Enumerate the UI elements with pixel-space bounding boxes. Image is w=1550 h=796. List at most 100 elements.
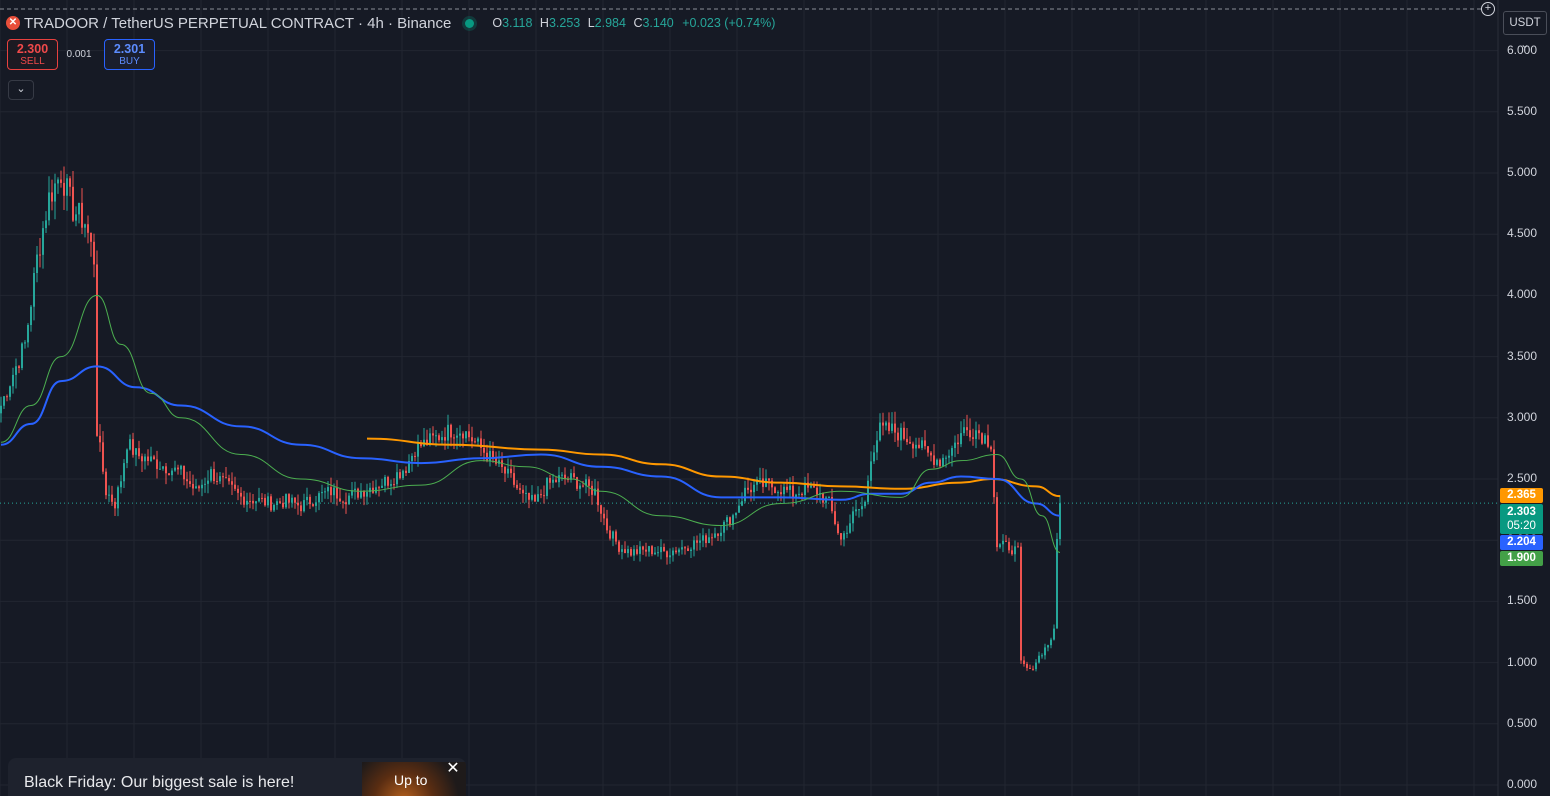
- candle-body: [915, 444, 917, 449]
- candle-body: [708, 537, 710, 544]
- candle-body: [900, 427, 902, 441]
- sell-button[interactable]: 2.300 SELL: [7, 39, 58, 70]
- candle-body: [138, 448, 140, 457]
- candle-body: [411, 455, 413, 461]
- candle-body: [3, 396, 5, 406]
- candle-body: [387, 477, 389, 486]
- candle-body: [432, 433, 434, 436]
- candle-body: [345, 502, 347, 505]
- candle-body: [834, 511, 836, 525]
- candle-body: [525, 492, 527, 494]
- buy-price: 2.301: [113, 42, 146, 56]
- candle-body: [552, 479, 554, 483]
- candle-body: [270, 496, 272, 511]
- candle-body: [69, 178, 71, 187]
- candle-body: [576, 477, 578, 489]
- candle-body: [1044, 647, 1046, 656]
- candle-body: [774, 487, 776, 494]
- candle-body: [624, 549, 626, 554]
- candle-body: [153, 456, 155, 460]
- candle-body: [261, 497, 263, 499]
- candle-body: [357, 488, 359, 498]
- add-button[interactable]: +: [1481, 2, 1495, 16]
- candle-body: [987, 435, 989, 447]
- candle-body: [321, 492, 323, 494]
- candle-body: [264, 497, 266, 506]
- candle-body: [861, 506, 863, 510]
- candle-body: [507, 468, 509, 474]
- candle-body: [588, 479, 590, 486]
- currency-button[interactable]: USDT ⌄: [1503, 11, 1547, 51]
- candle-body: [909, 442, 911, 444]
- chevron-down-icon: ⌄: [16, 83, 26, 95]
- candle-body: [342, 501, 344, 503]
- candle-body: [36, 254, 38, 273]
- symbol-title[interactable]: TRADOOR / TetherUS PERPETUAL CONTRACT · …: [24, 15, 451, 32]
- candle-body: [48, 192, 50, 221]
- candle-body: [297, 502, 299, 506]
- candle-body: [816, 487, 818, 495]
- last-price-value: 2.303: [1507, 506, 1536, 519]
- plus-icon: +: [1484, 2, 1492, 14]
- collapse-legend-button[interactable]: ⌄: [8, 80, 34, 100]
- candle-body: [33, 272, 35, 307]
- candle-body: [699, 540, 701, 543]
- candle-body: [303, 500, 305, 512]
- candle-body: [156, 459, 158, 469]
- candle-body: [447, 424, 449, 441]
- candle-body: [315, 502, 317, 506]
- candle-body: [846, 532, 848, 534]
- bar-countdown: 05:20: [1507, 520, 1536, 533]
- close-banner-button[interactable]: ✕: [444, 760, 462, 778]
- candle-body: [141, 456, 143, 462]
- candle-body: [66, 178, 68, 196]
- candle-body: [1023, 660, 1025, 664]
- candle-body: [573, 473, 575, 478]
- candle-body: [453, 437, 455, 439]
- candle-body: [258, 497, 260, 502]
- candle-body: [393, 484, 395, 486]
- candle-body: [273, 504, 275, 511]
- candle-body: [948, 455, 950, 458]
- ma-blue-price-tag: 2.204: [1500, 535, 1543, 551]
- candle-body: [789, 485, 791, 490]
- candle-body: [474, 441, 476, 443]
- candle-body: [99, 435, 101, 443]
- candle-body: [939, 459, 941, 467]
- candle-body: [126, 449, 128, 464]
- candle-body: [201, 484, 203, 489]
- candle-body: [171, 470, 173, 476]
- candle-body: [42, 228, 44, 255]
- candle-body: [612, 531, 614, 539]
- price-chart[interactable]: [0, 0, 1550, 796]
- candle-body: [849, 523, 851, 533]
- candle-body: [966, 427, 968, 431]
- candle-body: [438, 435, 440, 441]
- candle-body: [444, 437, 446, 441]
- candle-body: [528, 492, 530, 500]
- candle-body: [687, 548, 689, 551]
- candle-body: [633, 549, 635, 556]
- candle-body: [228, 478, 230, 482]
- symbol-legend: ✕ TRADOOR / TetherUS PERPETUAL CONTRACT …: [6, 13, 775, 33]
- chart-grid: [0, 0, 1498, 796]
- candle-body: [894, 423, 896, 433]
- candle-body: [234, 484, 236, 489]
- candle-body: [873, 452, 875, 462]
- candle-body: [255, 501, 257, 504]
- candle-body: [396, 472, 398, 485]
- candle-body: [252, 500, 254, 504]
- candle-body: [795, 494, 797, 497]
- buy-button[interactable]: 2.301 BUY: [104, 39, 155, 70]
- candle-body: [327, 487, 329, 492]
- promo-banner[interactable]: Black Friday: Our biggest sale is here! …: [8, 758, 466, 796]
- candle-body: [630, 549, 632, 556]
- candle-body: [693, 540, 695, 550]
- candle-body: [189, 481, 191, 484]
- trade-panel: 2.300 SELL 0.001 2.301 BUY: [7, 39, 155, 70]
- candle-body: [945, 457, 947, 459]
- candle-body: [27, 325, 29, 343]
- buy-label: BUY: [119, 56, 140, 67]
- candle-body: [243, 496, 245, 505]
- candle-body: [543, 495, 545, 497]
